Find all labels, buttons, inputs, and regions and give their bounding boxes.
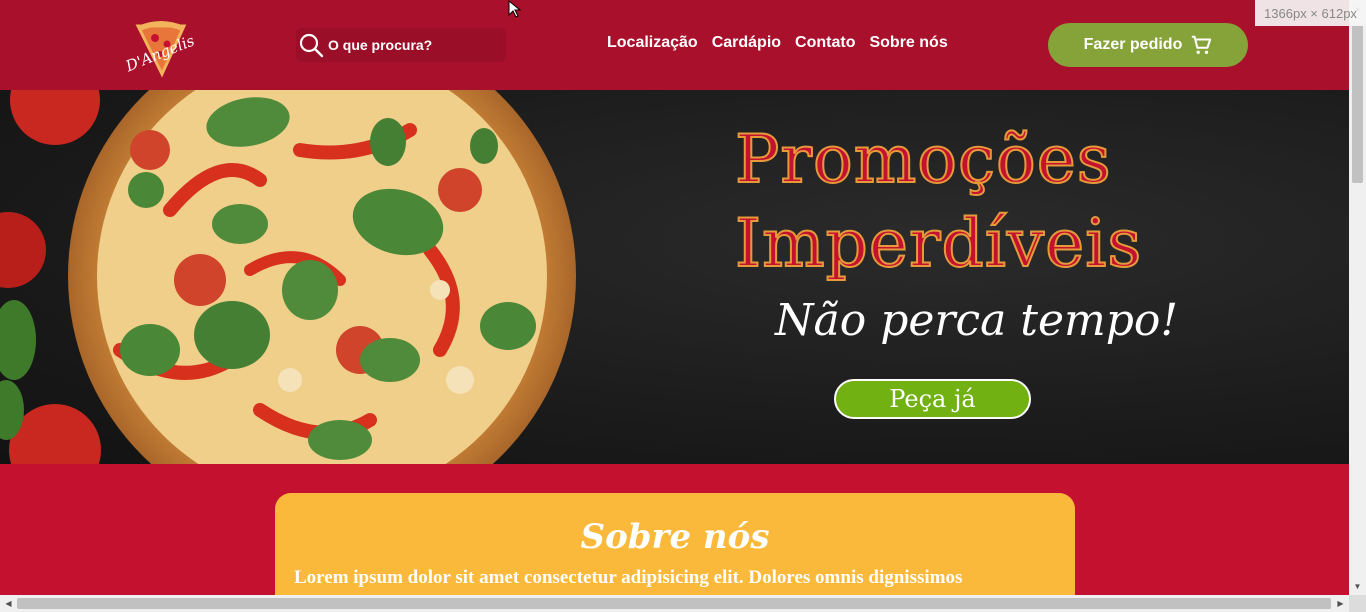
cart-icon (1192, 35, 1212, 54)
fazer-pedido-button[interactable]: Fazer pedido (1048, 23, 1248, 67)
promo-banner: Promoções Imperdíveis Não perca tempo! P… (0, 90, 1349, 464)
main-nav: Localização Cardápio Contato Sobre nós (607, 34, 948, 52)
promo-subtitle: Não perca tempo! (775, 295, 1179, 346)
promo-title: Promoções Imperdíveis (734, 120, 1143, 283)
mouse-cursor-icon (508, 0, 522, 18)
nav-link-sobre-nos[interactable]: Sobre nós (869, 34, 947, 52)
about-text: Lorem ipsum dolor sit amet consectetur a… (294, 567, 963, 588)
scroll-left-arrow-icon[interactable]: ◀ (0, 595, 17, 612)
about-title: Sobre nós (580, 517, 770, 557)
pizza-slice-logo-icon: D'Angelis (122, 21, 197, 78)
search-icon (299, 33, 324, 58)
nav-link-cardapio[interactable]: Cardápio (712, 34, 781, 52)
pizza-image (0, 90, 576, 464)
vertical-scrollbar[interactable]: ▲ ▼ (1349, 0, 1366, 595)
vertical-scroll-thumb[interactable] (1352, 25, 1363, 183)
horizontal-scrollbar[interactable]: ◀ ▶ (0, 595, 1349, 612)
nav-link-localizacao[interactable]: Localização (607, 34, 698, 52)
nav-link-contato[interactable]: Contato (795, 34, 855, 52)
scroll-right-arrow-icon[interactable]: ▶ (1332, 595, 1349, 612)
fazer-pedido-label: Fazer pedido (1083, 36, 1183, 53)
search-bar[interactable] (296, 28, 506, 62)
scrollbar-corner (1349, 595, 1366, 612)
horizontal-scroll-thumb[interactable] (17, 598, 1331, 609)
search-input[interactable] (328, 37, 498, 53)
page-viewport: D'Angelis Localização Cardápio Contato S… (0, 0, 1349, 595)
scroll-down-arrow-icon[interactable]: ▼ (1349, 578, 1366, 595)
viewport-size-tooltip: 1366px × 612px (1255, 0, 1366, 26)
about-card: Sobre nós Lorem ipsum dolor sit amet con… (275, 493, 1075, 595)
site-header: D'Angelis Localização Cardápio Contato S… (0, 0, 1349, 90)
brand-logo[interactable]: D'Angelis (122, 18, 202, 78)
peca-ja-button[interactable]: Peça já (834, 379, 1031, 419)
